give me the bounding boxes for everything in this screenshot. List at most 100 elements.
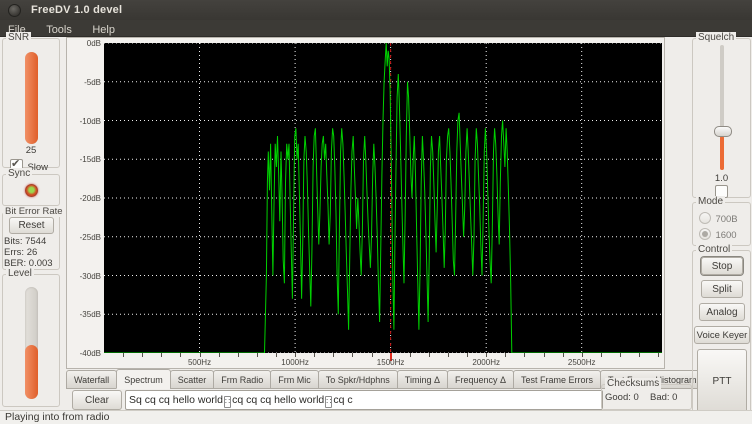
x-axis-tick	[352, 353, 353, 357]
control-group: Control Stop Split Analog Voice Keyer PT…	[692, 250, 751, 418]
x-axis-tick	[448, 353, 449, 357]
x-axis-tick	[295, 353, 296, 357]
checksums-label: Checksums	[605, 378, 661, 389]
x-axis-label: 1500Hz	[377, 358, 405, 367]
radio-700b-icon	[699, 212, 711, 224]
level-gauge-fill	[25, 345, 38, 399]
tab-to-spkr-hdphns[interactable]: To Spkr/Hdphns	[318, 370, 398, 389]
x-axis-tick	[505, 353, 506, 357]
squelch-group: Squelch 1.0	[692, 38, 751, 198]
control-label: Control	[696, 244, 732, 255]
x-axis-tick	[219, 353, 220, 357]
y-axis-label: -35dB	[67, 310, 101, 319]
x-axis: 500Hz 1000Hz 1500Hz 2000Hz 2500Hz	[104, 353, 662, 368]
level-label: Level	[6, 268, 34, 279]
x-axis-label: 1000Hz	[281, 358, 309, 367]
x-axis-tick	[180, 353, 181, 357]
y-axis-label: -40dB	[67, 349, 101, 358]
y-axis-label: -15dB	[67, 155, 101, 164]
x-axis-label: 2000Hz	[472, 358, 500, 367]
x-axis-tick	[429, 353, 430, 357]
level-group: Level	[2, 274, 60, 407]
snr-value: 25	[3, 145, 59, 156]
checksums-group: Checksums Good: 0 Bad: 0	[601, 384, 692, 410]
x-axis-tick	[486, 353, 487, 357]
x-axis-tick	[524, 353, 525, 357]
y-axis-label: -5dB	[67, 78, 101, 87]
x-axis-tick	[161, 353, 162, 357]
spectrum-chart	[104, 43, 662, 353]
x-axis-tick	[200, 353, 201, 357]
missing-glyph-box: ∷	[325, 396, 332, 408]
squelch-slider-fill	[720, 136, 724, 170]
snr-group: SNR 25 Slow	[2, 38, 60, 168]
x-axis-label: 2500Hz	[568, 358, 596, 367]
message-text-segment: cq c	[333, 394, 352, 406]
x-axis-tick	[333, 353, 334, 357]
tx-message-input[interactable]: Sq cq cq hello world∷cq cq cq hello worl…	[125, 390, 603, 410]
mode-700b-label: 700B	[715, 214, 737, 225]
menu-tools[interactable]: Tools	[38, 22, 80, 38]
window-title: FreeDV 1.0 devel	[31, 4, 122, 16]
squelch-label: Squelch	[696, 32, 736, 43]
x-axis-tick	[276, 353, 277, 357]
snr-gauge-fill	[25, 52, 38, 144]
reset-button[interactable]: Reset	[9, 217, 54, 234]
menu-help[interactable]: Help	[84, 22, 123, 38]
ber-errs: Errs: 26	[4, 247, 37, 258]
x-axis-tick	[372, 353, 373, 357]
x-axis-tick	[238, 353, 239, 357]
x-axis-tick	[563, 353, 564, 357]
mode-option-1600[interactable]: 1600	[699, 225, 737, 243]
y-axis-label: -10dB	[67, 117, 101, 126]
y-axis-label: -25dB	[67, 233, 101, 242]
x-axis-tick	[620, 353, 621, 357]
stop-button[interactable]: Stop	[701, 257, 743, 275]
tab-timing-[interactable]: Timing Δ	[397, 370, 448, 389]
menu-bar: File Tools Help	[0, 20, 752, 37]
ber-group: Bit Error Rate Reset Bits: 7544 Errs: 26…	[2, 212, 60, 270]
y-axis-label: 0dB	[67, 39, 101, 48]
x-axis-tick	[544, 353, 545, 357]
tab-test-frame-errors[interactable]: Test Frame Errors	[513, 370, 601, 389]
spectrum-plot-panel: 0dB -5dB -10dB -15dB -20dB -25dB -30dB -35dB -40…	[66, 37, 665, 369]
sync-led-icon	[25, 184, 38, 197]
ber-label: Bit Error Rate	[3, 206, 65, 217]
squelch-slider-handle[interactable]	[714, 126, 732, 137]
spectrum-plot[interactable]	[104, 43, 662, 353]
message-text-segment: cq cq cq hello world	[232, 394, 324, 406]
window-close-icon[interactable]	[8, 4, 21, 17]
tab-frm-radio[interactable]: Frm Radio	[213, 370, 271, 389]
x-axis-tick	[410, 353, 411, 357]
tab-frm-mic[interactable]: Frm Mic	[270, 370, 319, 389]
mode-label: Mode	[696, 196, 725, 207]
tab-waterfall[interactable]: Waterfall	[66, 370, 117, 389]
tab-frequency-[interactable]: Frequency Δ	[447, 370, 514, 389]
x-axis-tick	[582, 353, 583, 357]
analog-button[interactable]: Analog	[699, 303, 745, 321]
snr-gauge	[25, 52, 38, 144]
x-axis-tick	[467, 353, 468, 357]
checksums-bad: Bad: 0	[650, 392, 677, 403]
split-button[interactable]: Split	[701, 280, 743, 298]
clear-button[interactable]: Clear	[72, 390, 122, 410]
voice-keyer-button[interactable]: Voice Keyer	[694, 326, 750, 344]
missing-glyph-box: ∷	[224, 396, 231, 408]
y-axis-label: -20dB	[67, 194, 101, 203]
x-axis-tick	[639, 353, 640, 357]
mode-1600-label: 1600	[715, 230, 736, 241]
y-axis-label: -30dB	[67, 272, 101, 281]
x-axis-tick	[601, 353, 602, 357]
x-axis-tick	[123, 353, 124, 357]
ptt-button[interactable]: PTT	[697, 349, 747, 413]
squelch-value: 1.0	[693, 173, 750, 184]
x-axis-label: 500Hz	[188, 358, 211, 367]
tab-scatter[interactable]: Scatter	[170, 370, 215, 389]
tab-spectrum[interactable]: Spectrum	[116, 369, 171, 389]
sync-label: Sync	[6, 168, 32, 179]
x-axis-tick	[257, 353, 258, 357]
app-window: FreeDV 1.0 devel File Tools Help SNR 25 …	[0, 0, 752, 423]
ber-bits: Bits: 7544	[4, 236, 46, 247]
title-bar: FreeDV 1.0 devel	[0, 0, 752, 20]
status-bar: Playing into from radio	[0, 410, 752, 424]
